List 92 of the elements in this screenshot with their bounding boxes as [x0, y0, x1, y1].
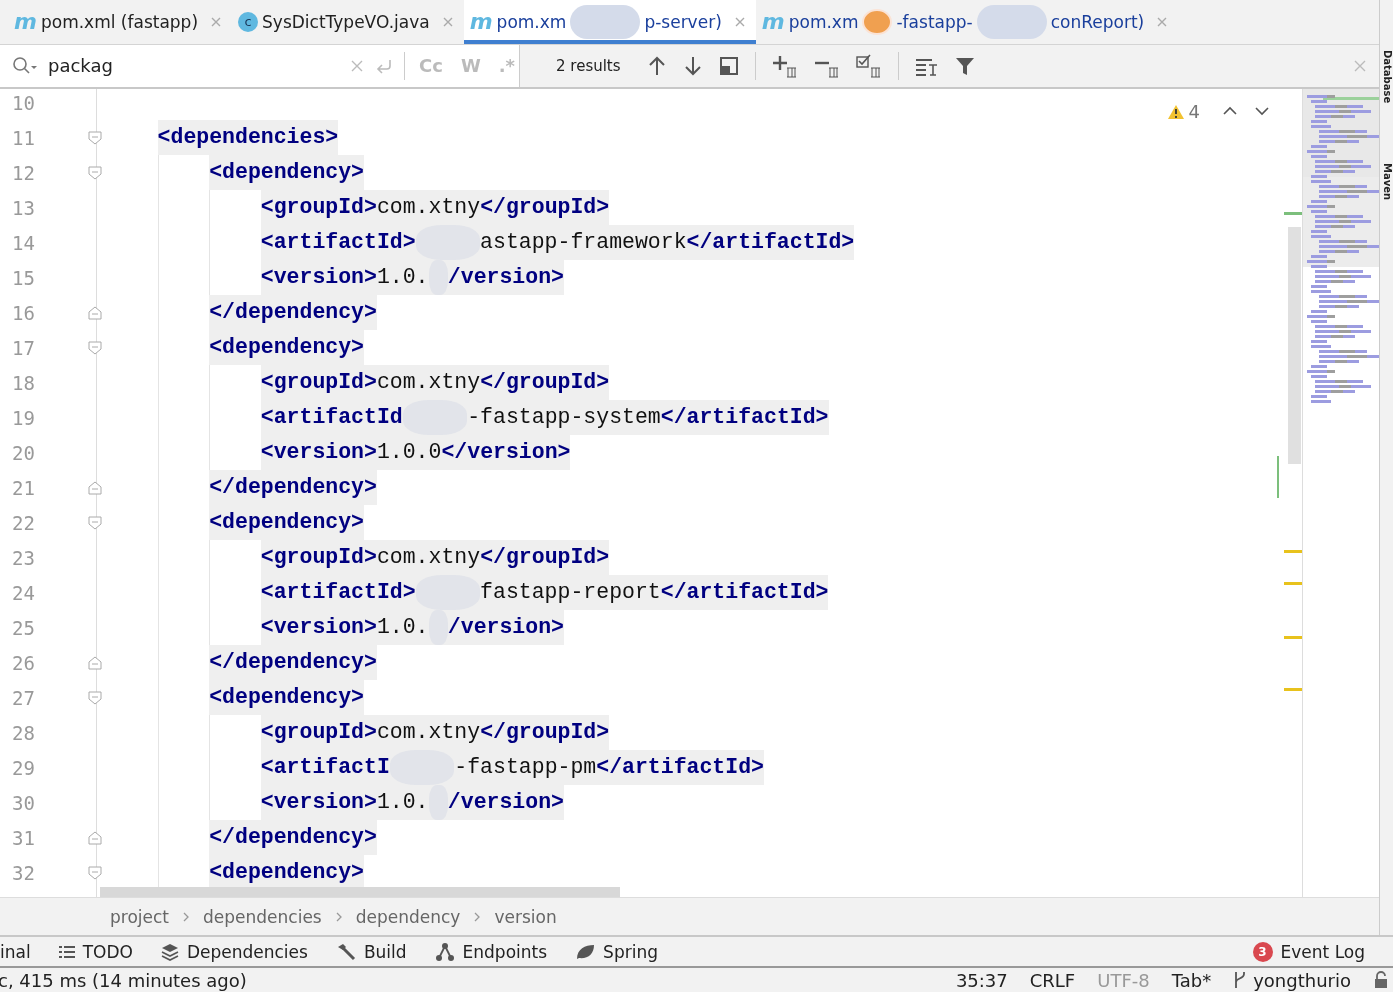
line-number: 28 — [11, 721, 36, 744]
editor-tab[interactable]: m pom.xm -fastapp- conReport) — [755, 0, 1179, 44]
side-tool-tab[interactable]: Maven — [1380, 163, 1393, 201]
tool-window-button[interactable]: Build — [335, 941, 407, 962]
results-count: 2 results — [556, 56, 621, 75]
breadcrumb-item[interactable]: project — [110, 906, 169, 927]
tool-window-button[interactable]: Dependencies — [160, 941, 308, 962]
close-icon[interactable] — [1156, 15, 1169, 28]
fold-icon[interactable] — [87, 864, 103, 881]
line-number: 17 — [11, 336, 36, 359]
fold-icon[interactable] — [87, 514, 103, 531]
list-icon — [58, 944, 75, 959]
search-icon — [12, 55, 38, 76]
fold-icon[interactable] — [87, 829, 103, 846]
editor-tab[interactable]: m pom.xml (fastapp) — [8, 0, 233, 44]
warnings-indicator[interactable]: 4 — [1166, 101, 1200, 123]
breadcrumb-item[interactable]: dependencies — [203, 906, 322, 927]
line-number: 30 — [11, 791, 36, 814]
tool-window-button[interactable]: inal — [0, 941, 31, 962]
maven-file-icon: m — [469, 10, 493, 33]
fold-icon[interactable] — [87, 654, 103, 671]
warning-icon — [1166, 103, 1185, 120]
maven-file-icon: m — [14, 10, 37, 33]
lock-icon[interactable] — [1373, 971, 1389, 989]
vertical-scrollbar[interactable] — [1288, 227, 1301, 465]
line-number: 27 — [11, 686, 36, 709]
fold-icon[interactable] — [87, 304, 103, 321]
warning-marker — [1284, 582, 1302, 586]
line-number: 29 — [11, 756, 36, 779]
line-number: 20 — [11, 441, 36, 464]
line-number: 18 — [11, 371, 36, 394]
search-field[interactable]: packag Cc W .* — [0, 44, 520, 88]
notification-badge: 3 — [1252, 941, 1273, 962]
change-marker — [1284, 212, 1302, 216]
line-ending[interactable]: CRLF — [1029, 969, 1076, 991]
close-icon[interactable] — [441, 15, 454, 28]
change-marker — [1277, 456, 1279, 499]
line-number: 23 — [11, 546, 36, 569]
window-icon[interactable] — [718, 55, 739, 76]
line-number: 32 — [11, 861, 36, 884]
select-all-icon[interactable] — [855, 53, 882, 78]
fold-icon[interactable] — [87, 689, 103, 706]
layers-icon — [160, 942, 179, 961]
horizontal-scrollbar[interactable] — [100, 887, 620, 898]
line-number: 15 — [11, 266, 36, 289]
fold-icon[interactable] — [87, 479, 103, 496]
nodes-icon — [434, 941, 455, 962]
warning-marker — [1284, 550, 1302, 554]
blurred-patch — [976, 4, 1047, 39]
line-number: 31 — [11, 826, 36, 849]
fold-icon[interactable] — [87, 129, 103, 146]
fold-icon[interactable] — [87, 164, 103, 181]
warning-marker — [1284, 636, 1302, 640]
editor-tab[interactable]: m pom.xm p-server) — [463, 0, 756, 44]
branch-icon — [1233, 971, 1248, 989]
line-number: 10 — [11, 91, 36, 114]
tool-window-button[interactable]: TODO — [58, 941, 133, 962]
line-number: 25 — [11, 616, 36, 639]
class-file-icon: c — [238, 11, 259, 32]
breadcrumb-item[interactable]: version — [494, 906, 557, 927]
line-number: 22 — [11, 511, 36, 534]
side-tool-tab[interactable]: Database — [1380, 50, 1393, 104]
caret-position[interactable]: 35:37 — [955, 969, 1008, 991]
leaf-icon — [575, 942, 596, 961]
line-number: 14 — [11, 231, 36, 254]
close-icon[interactable] — [210, 15, 223, 28]
line-number: 11 — [11, 126, 36, 149]
git-branch[interactable]: yongthurio — [1233, 969, 1351, 991]
blurred-patch — [570, 4, 641, 39]
tool-window-button[interactable]: Spring — [575, 941, 658, 962]
filter-icon[interactable] — [954, 55, 975, 76]
clear-icon[interactable] — [350, 58, 364, 73]
warning-marker — [1284, 688, 1302, 692]
line-number: 19 — [11, 406, 36, 429]
maven-file-icon: m — [761, 10, 785, 33]
line-number: 26 — [11, 651, 36, 674]
fold-icon[interactable] — [87, 339, 103, 356]
close-icon[interactable] — [1353, 58, 1367, 73]
indent-setting[interactable]: Tab* — [1171, 969, 1212, 991]
chevron-right-icon — [181, 910, 191, 923]
editor-tab[interactable]: c SysDictTypeVO.java — [232, 0, 464, 44]
tool-window-button[interactable]: Endpoints — [434, 941, 548, 962]
line-number: 13 — [11, 196, 36, 219]
event-log-button[interactable]: 3 Event Log — [1252, 941, 1365, 962]
breadcrumb-item[interactable]: dependency — [355, 906, 461, 927]
arrow-down-icon[interactable] — [682, 54, 703, 77]
line-number: 12 — [11, 161, 36, 184]
line-number: 21 — [11, 476, 36, 499]
add-occurrence-icon[interactable] — [771, 53, 798, 78]
line-number: 24 — [11, 581, 36, 604]
line-number: 16 — [11, 301, 36, 324]
close-icon[interactable] — [733, 15, 746, 28]
